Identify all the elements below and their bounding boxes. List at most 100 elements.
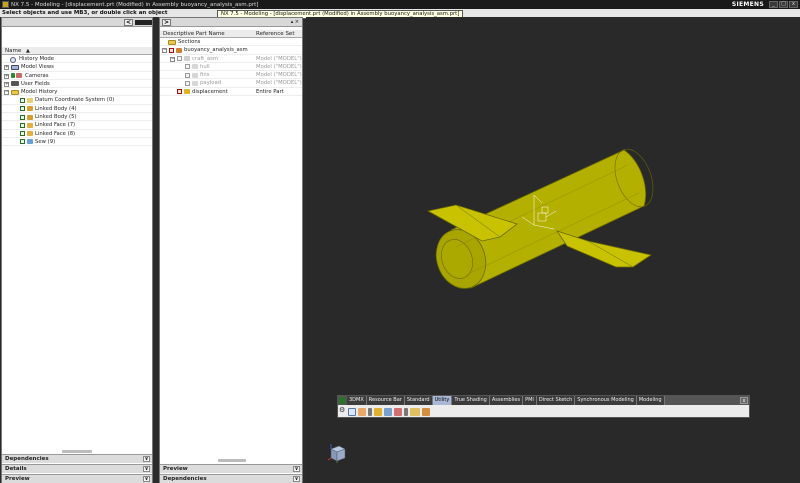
move-to-layer-icon[interactable] — [358, 407, 366, 416]
tab-assemblies[interactable]: Assemblies — [489, 396, 524, 405]
visibility-checkbox[interactable] — [20, 139, 25, 145]
close-button[interactable]: x — [789, 1, 798, 8]
folder-icon — [168, 39, 176, 45]
part-name-column-header[interactable]: Descriptive Part Name — [163, 30, 225, 38]
right-fin[interactable] — [556, 230, 653, 268]
ruler-icon[interactable] — [410, 407, 420, 416]
resize-gripper[interactable] — [218, 459, 246, 462]
assembly-item-hull[interactable]: hull Model ("MODEL") — [160, 63, 302, 72]
navigator-back-button[interactable]: < — [124, 19, 133, 26]
dropdown-arrow-icon[interactable] — [368, 407, 372, 416]
assembly-item-payload[interactable]: payload Model ("MODEL") — [160, 79, 302, 88]
tree-item-linked-face-7[interactable]: Linked Face (7) — [2, 121, 152, 130]
assembly-item-sections[interactable]: Sections — [160, 38, 302, 47]
preview-panel-header[interactable]: Preview ∨ — [160, 464, 302, 473]
visibility-checkbox[interactable] — [20, 106, 25, 112]
tab-3dmx[interactable]: 3DMX — [347, 396, 367, 405]
assembly-navigator-header: Descriptive Part Name Reference Set — [160, 30, 302, 38]
work-part-icon — [184, 89, 190, 95]
navigator-slider[interactable] — [135, 20, 152, 25]
collapse-icon[interactable]: − — [170, 56, 175, 62]
user-fields-icon — [11, 81, 19, 87]
chevron-down-icon[interactable]: ∨ — [293, 466, 300, 472]
component-icon — [192, 72, 198, 78]
dependencies-panel-header[interactable]: Dependencies ∨ — [2, 454, 152, 463]
pin-icon[interactable]: ▴ × — [291, 18, 299, 26]
title-bar: NX 7.5 - Modeling - [displacement.prt (M… — [0, 0, 800, 9]
visibility-checkbox[interactable] — [185, 72, 190, 78]
details-panel-header[interactable]: Details ∨ — [2, 464, 152, 473]
resize-gripper[interactable] — [62, 450, 92, 453]
tab-true-shading[interactable]: True Shading — [452, 396, 490, 405]
restore-button[interactable]: □ — [779, 1, 788, 8]
assembly-item-fins[interactable]: fins Model ("MODEL") — [160, 71, 302, 80]
utility-toolbar: 3DMX Resource Bar Standard Utility True … — [337, 395, 750, 418]
component-icon — [192, 80, 198, 86]
component-icon — [192, 64, 198, 70]
visibility-checkbox[interactable] — [185, 64, 190, 70]
dependencies-panel-header[interactable]: Dependencies ∨ — [160, 474, 302, 483]
tab-direct-sketch[interactable]: Direct Sketch — [536, 396, 576, 405]
layer-settings-icon[interactable] — [348, 407, 356, 416]
toolbar-tabs: 3DMX Resource Bar Standard Utility True … — [338, 396, 749, 405]
reference-set-column-header[interactable]: Reference Set — [256, 30, 294, 38]
tab-standard[interactable]: Standard — [404, 396, 433, 405]
expand-icon[interactable]: + — [4, 81, 9, 87]
chevron-down-icon[interactable]: ∨ — [143, 466, 150, 472]
tab-synchronous-modeling[interactable]: Synchronous Modeling — [575, 396, 637, 405]
expand-icon[interactable]: + — [4, 73, 9, 79]
name-column-header[interactable]: Name — [5, 47, 21, 55]
tree-item-datum-csys[interactable]: Datum Coordinate System (0) — [2, 96, 152, 105]
chevron-down-icon[interactable]: ∨ — [293, 476, 300, 482]
check-icon — [11, 73, 15, 79]
assembly-item-craft-asm[interactable]: − craft_asm Model ("MODEL") — [160, 55, 302, 63]
measure-icon[interactable] — [384, 407, 392, 416]
tab-pmi[interactable]: PMI — [523, 396, 537, 405]
tab-modeling[interactable]: Modeling — [636, 396, 665, 405]
visibility-checkbox[interactable] — [20, 97, 25, 103]
gear-icon[interactable]: ⚙ — [339, 407, 346, 414]
expand-icon[interactable]: + — [4, 65, 9, 71]
tree-item-linked-body-5[interactable]: Linked Body (5) — [2, 113, 152, 122]
analysis-icon[interactable] — [422, 407, 430, 416]
visibility-checkbox[interactable] — [177, 89, 182, 95]
chevron-down-icon[interactable]: ∨ — [143, 456, 150, 462]
assembly-icon — [176, 47, 182, 53]
linked-body-icon — [27, 106, 33, 112]
visibility-checkbox[interactable] — [185, 80, 190, 86]
siemens-logo: SIEMENS — [731, 1, 764, 8]
dropdown-arrow-icon[interactable] — [404, 407, 408, 416]
preview-panel-header[interactable]: Preview ∨ — [2, 474, 152, 483]
visibility-checkbox[interactable] — [177, 56, 182, 62]
tab-resource-bar[interactable]: Resource Bar — [366, 396, 405, 405]
visibility-checkbox[interactable] — [20, 131, 25, 137]
assembly-item-displacement[interactable]: displacement Entire Part — [160, 88, 302, 97]
tree-item-model-views[interactable]: + Model Views — [2, 63, 152, 72]
tree-item-sew[interactable]: Sew (9) — [2, 138, 152, 147]
tree-item-cameras[interactable]: + Cameras — [2, 72, 152, 80]
info-icon[interactable] — [394, 407, 402, 416]
assembly-navigator-tree: Sections − buoyancy_analysis_asm − craft… — [160, 38, 302, 97]
nx-app-icon[interactable] — [2, 1, 9, 8]
tree-item-model-history[interactable]: − Model History — [2, 88, 152, 97]
collapse-icon[interactable]: − — [4, 90, 9, 96]
visibility-checkbox[interactable] — [20, 114, 25, 120]
tree-item-user-fields[interactable]: + User Fields — [2, 80, 152, 89]
tab-utility[interactable]: Utility — [432, 396, 453, 405]
toolbar-grip-icon[interactable] — [339, 397, 346, 404]
tree-item-linked-face-8[interactable]: Linked Face (8) — [2, 130, 152, 138]
tree-item-linked-body-4[interactable]: Linked Body (4) — [2, 105, 152, 114]
toolbar-close-button[interactable]: x — [740, 397, 748, 404]
navigator-forward-button[interactable]: > — [162, 19, 171, 26]
assembly-item-buoyancy-analysis-asm[interactable]: − buoyancy_analysis_asm — [160, 46, 302, 55]
collapse-icon[interactable]: − — [162, 48, 167, 54]
linked-face-icon — [27, 122, 33, 128]
clock-icon — [10, 56, 16, 63]
sort-ascending-icon[interactable]: ▲ — [26, 47, 30, 55]
visibility-checkbox[interactable] — [169, 47, 174, 53]
tree-item-history-mode[interactable]: History Mode — [2, 55, 152, 64]
minimize-button[interactable]: _ — [769, 1, 778, 8]
chevron-down-icon[interactable]: ∨ — [143, 476, 150, 482]
visibility-checkbox[interactable] — [20, 122, 25, 128]
wcs-icon[interactable] — [374, 407, 382, 416]
